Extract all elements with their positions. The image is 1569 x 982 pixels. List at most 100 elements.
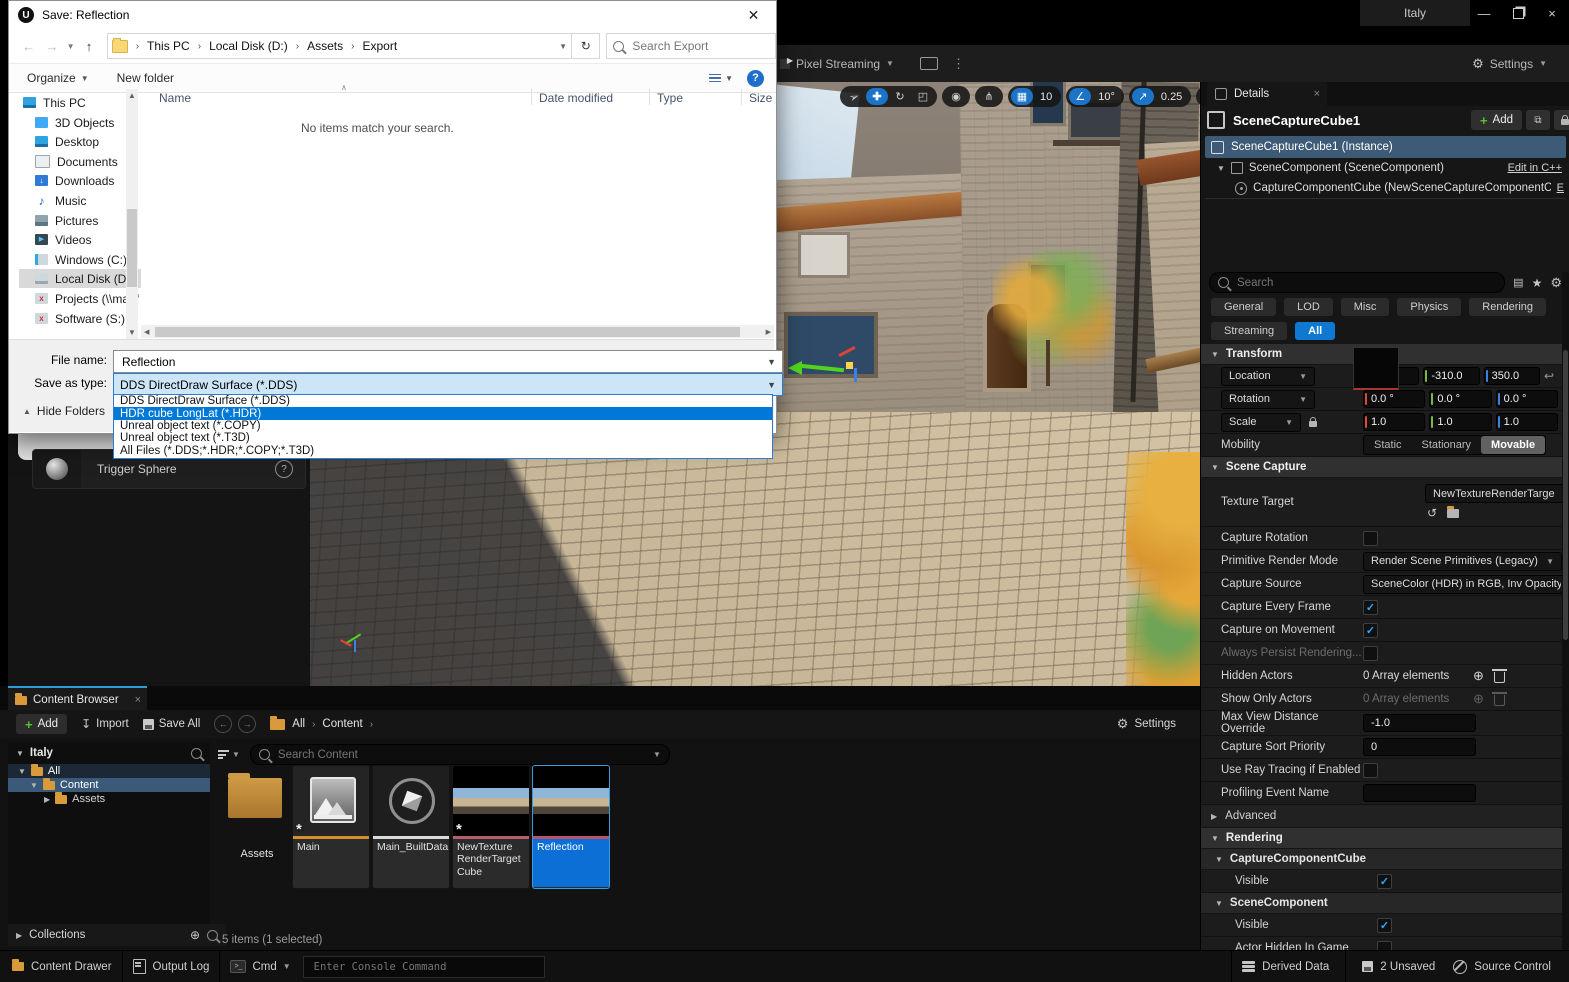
asset-tile-main[interactable]: * Main — [292, 765, 370, 889]
media-capture-icon[interactable] — [920, 57, 938, 70]
asset-tile-rendertarget[interactable]: * NewTexture RenderTarget Cube — [452, 765, 530, 889]
scale-lock-icon[interactable] — [1309, 421, 1317, 427]
help-button[interactable]: ? — [747, 70, 764, 87]
edit-link-truncated[interactable]: E — [1557, 182, 1564, 194]
tree-row-scene-component[interactable]: ▼ SceneComponent (SceneComponent) Edit i… — [1205, 158, 1566, 178]
section-scene-capture[interactable]: ▼Scene Capture — [1201, 457, 1562, 478]
rotate-tool-icon[interactable]: ↻ — [889, 88, 911, 105]
expand-caret-icon[interactable]: ▼ — [1217, 164, 1225, 173]
filter-general[interactable]: General — [1211, 298, 1276, 316]
mobility-movable[interactable]: Movable — [1481, 436, 1545, 454]
scale-snap-value[interactable]: 0.25 — [1155, 91, 1188, 103]
chevron-down-icon[interactable]: ▼ — [767, 357, 776, 367]
sidebar-local-disk-d[interactable]: Local Disk (D:) — [19, 269, 141, 288]
column-date-modified[interactable]: Date modified — [539, 91, 613, 105]
grid-snap-value[interactable]: 10 — [1034, 91, 1058, 103]
column-type[interactable]: Type — [657, 91, 683, 105]
edit-in-cpp-link[interactable]: Edit in C++ — [1508, 162, 1562, 174]
column-size[interactable]: Size — [749, 91, 772, 105]
capture-source-dropdown[interactable]: SceneColor (HDR) in RGB, Inv Opacity▼ — [1363, 575, 1569, 594]
add-collection-icon[interactable]: ⊕ — [190, 928, 200, 942]
snap-plane-icon[interactable]: ⋔ — [978, 88, 1000, 105]
capture-on-movement-checkbox[interactable]: ✓ — [1363, 623, 1378, 638]
visible-checkbox-1[interactable]: ✓ — [1377, 874, 1392, 889]
scale-snap-icon[interactable]: ↗ — [1132, 88, 1154, 105]
lock-icon[interactable] — [1554, 110, 1569, 130]
asset-tile-reflection[interactable]: Reflection — [532, 765, 610, 889]
list-h-scrollbar[interactable]: ◀ ▶ — [141, 325, 774, 338]
nav-up-icon[interactable]: ↑ — [77, 39, 100, 54]
collections-search-icon[interactable] — [207, 930, 218, 941]
details-settings-icon[interactable]: ⚙ — [1550, 275, 1562, 291]
filter-rendering[interactable]: Rendering — [1469, 298, 1546, 316]
file-name-combobox[interactable]: ▼ — [113, 350, 783, 373]
type-option-dds[interactable]: DDS DirectDraw Surface (*.DDS) — [114, 395, 772, 407]
section-capture-component-cube[interactable]: ▼CaptureComponentCube — [1201, 849, 1562, 870]
minimize-button[interactable]: — — [1467, 0, 1501, 26]
filter-all[interactable]: All — [1295, 322, 1335, 340]
tab-details[interactable]: Details × — [1207, 82, 1327, 106]
new-folder-button[interactable]: New folder — [117, 71, 174, 85]
filter-lod[interactable]: LOD — [1284, 298, 1333, 316]
visible-checkbox-2[interactable]: ✓ — [1377, 918, 1392, 933]
add-array-element-icon[interactable]: ⊕ — [1473, 668, 1484, 684]
details-search-input[interactable] — [1209, 272, 1505, 293]
location-dropdown[interactable]: Location▼ — [1221, 367, 1315, 386]
cb-search-input[interactable]: ▼ — [250, 744, 670, 765]
tree-item-content[interactable]: ▼ Content — [8, 778, 210, 792]
always-persist-checkbox[interactable]: ✓ — [1363, 646, 1378, 661]
close-button[interactable]: × — [1535, 0, 1569, 26]
address-dropdown-chevron[interactable]: ▼ — [559, 42, 567, 51]
rotation-y[interactable]: 0.0 ° — [1429, 390, 1491, 408]
capture-every-frame-checkbox[interactable]: ✓ — [1363, 600, 1378, 615]
breadcrumb-export[interactable]: Export — [362, 39, 397, 53]
scale-z[interactable]: 1.0 — [1496, 413, 1558, 431]
use-ray-tracing-checkbox[interactable]: ✓ — [1363, 763, 1378, 778]
capture-rotation-checkbox[interactable]: ✓ — [1363, 531, 1378, 546]
texture-target-dropdown[interactable]: NewTextureRenderTarge▼ — [1425, 484, 1569, 503]
rotation-z[interactable]: 0.0 ° — [1496, 390, 1558, 408]
rotation-snap-value[interactable]: 10° — [1092, 91, 1121, 103]
details-scrollbar[interactable] — [1562, 272, 1569, 950]
pixel-streaming-button[interactable]: ▶ Pixel Streaming▼ — [780, 57, 894, 71]
column-name[interactable]: Name — [159, 91, 191, 105]
file-list[interactable]: Name ∧ Date modified Type Size No items … — [141, 87, 774, 319]
cb-collections-bar[interactable]: ▶ Collections ⊕ — [8, 924, 226, 946]
scale-dropdown[interactable]: Scale▼ — [1221, 413, 1301, 432]
rotation-x[interactable]: 0.0 ° — [1363, 390, 1425, 408]
max-view-distance-input[interactable]: -1.0 — [1363, 714, 1476, 732]
back-icon[interactable]: ← — [214, 715, 232, 733]
blueprint-icon[interactable]: ⧉ — [1526, 110, 1550, 130]
scale-y[interactable]: 1.0 — [1429, 413, 1491, 431]
world-local-toggle-icon[interactable]: ◉ — [945, 88, 967, 105]
cmd-button[interactable]: >_ Cmd▼ — [230, 960, 290, 973]
rotation-dropdown[interactable]: Rotation▼ — [1221, 390, 1315, 409]
cb-settings-button[interactable]: ⚙ Settings — [1117, 716, 1176, 732]
type-option-hdr[interactable]: HDR cube LongLat (*.HDR) — [114, 407, 772, 419]
scale-x[interactable]: 1.0 — [1363, 413, 1425, 431]
asset-tile-folder[interactable]: Assets — [222, 770, 292, 890]
crumb-all[interactable]: All — [292, 718, 305, 730]
primitive-render-mode-dropdown[interactable]: Render Scene Primitives (Legacy)▼ — [1363, 552, 1562, 571]
derived-data-button[interactable]: Derived Data — [1242, 960, 1329, 974]
grid-snap-icon[interactable]: ▦ — [1011, 88, 1033, 105]
filter-icon[interactable]: ▼ — [218, 749, 240, 761]
dialog-search-box[interactable] — [606, 33, 776, 59]
settings-button[interactable]: ⚙ Settings▼ — [1472, 56, 1547, 72]
transform-gizmo[interactable] — [786, 344, 866, 390]
sidebar-this-pc[interactable]: This PC — [23, 93, 129, 112]
view-options-button[interactable]: ▼ — [709, 72, 733, 85]
clear-array-icon[interactable] — [1494, 672, 1505, 683]
mobility-static[interactable]: Static — [1364, 436, 1412, 454]
toolbar-overflow-icon[interactable]: ⋮ — [952, 56, 965, 72]
select-tool-icon[interactable]: ➢ — [841, 85, 867, 108]
browse-asset-icon[interactable] — [1447, 509, 1459, 518]
add-component-button[interactable]: + Add — [1471, 110, 1522, 130]
dialog-close-button[interactable]: ✕ — [731, 1, 776, 29]
console-command-input[interactable] — [303, 956, 545, 978]
tree-row-capture-component[interactable]: CaptureComponentCube (NewSceneCaptureCom… — [1205, 178, 1566, 199]
type-option-copy[interactable]: Unreal object text (*.COPY) — [114, 420, 772, 432]
filter-misc[interactable]: Misc — [1341, 298, 1390, 316]
display-filter-icon[interactable]: ▤ — [1513, 276, 1523, 289]
close-tab-icon[interactable]: × — [1314, 88, 1320, 100]
